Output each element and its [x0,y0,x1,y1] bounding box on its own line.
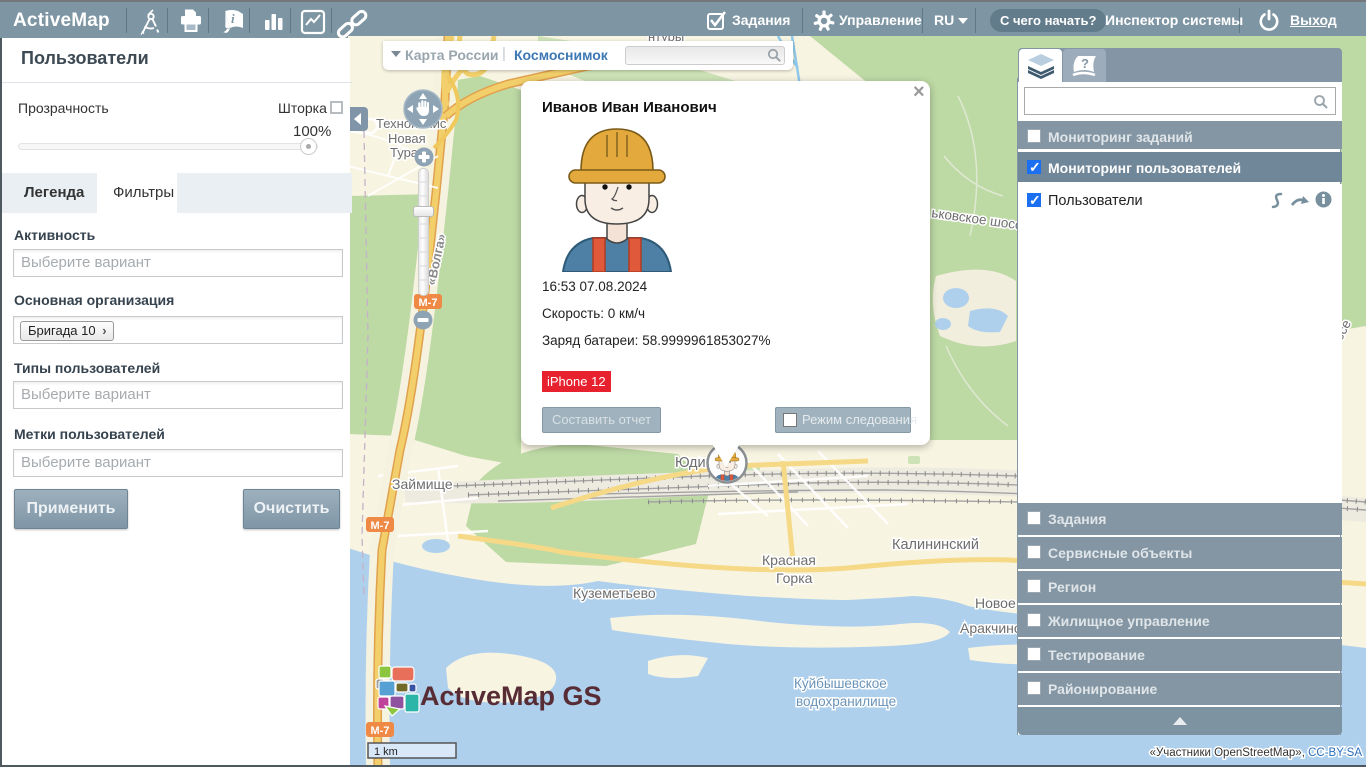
svg-text:Красная: Красная [762,552,816,568]
svg-text:Горка: Горка [776,570,813,586]
svg-text:Калининский: Калининский [892,537,979,553]
svg-text:М-7: М-7 [371,520,390,532]
svg-text:1 km: 1 km [374,746,398,758]
svg-text:Новая: Новая [388,131,426,146]
svg-text:ActıveMap GS: ActıveMap GS [420,681,602,711]
svg-text:М-7: М-7 [419,297,438,309]
svg-text:водохранилище: водохранилище [796,694,896,709]
svg-text:Займище: Займище [392,476,453,492]
svg-text:Куземетьево: Куземетьево [573,585,656,601]
svg-text:?: ? [1081,56,1089,71]
svg-text:М-7: М-7 [371,725,390,737]
svg-text:«Участники OpenStreetMap», CC-: «Участники OpenStreetMap», CC-BY-SA [1150,747,1363,759]
svg-text:Аракчино: Аракчино [960,620,1022,636]
svg-text:i: i [231,11,235,26]
svg-text:Куйбышевское: Куйбышевское [794,676,887,691]
svg-text:Новое: Новое [975,595,1016,611]
